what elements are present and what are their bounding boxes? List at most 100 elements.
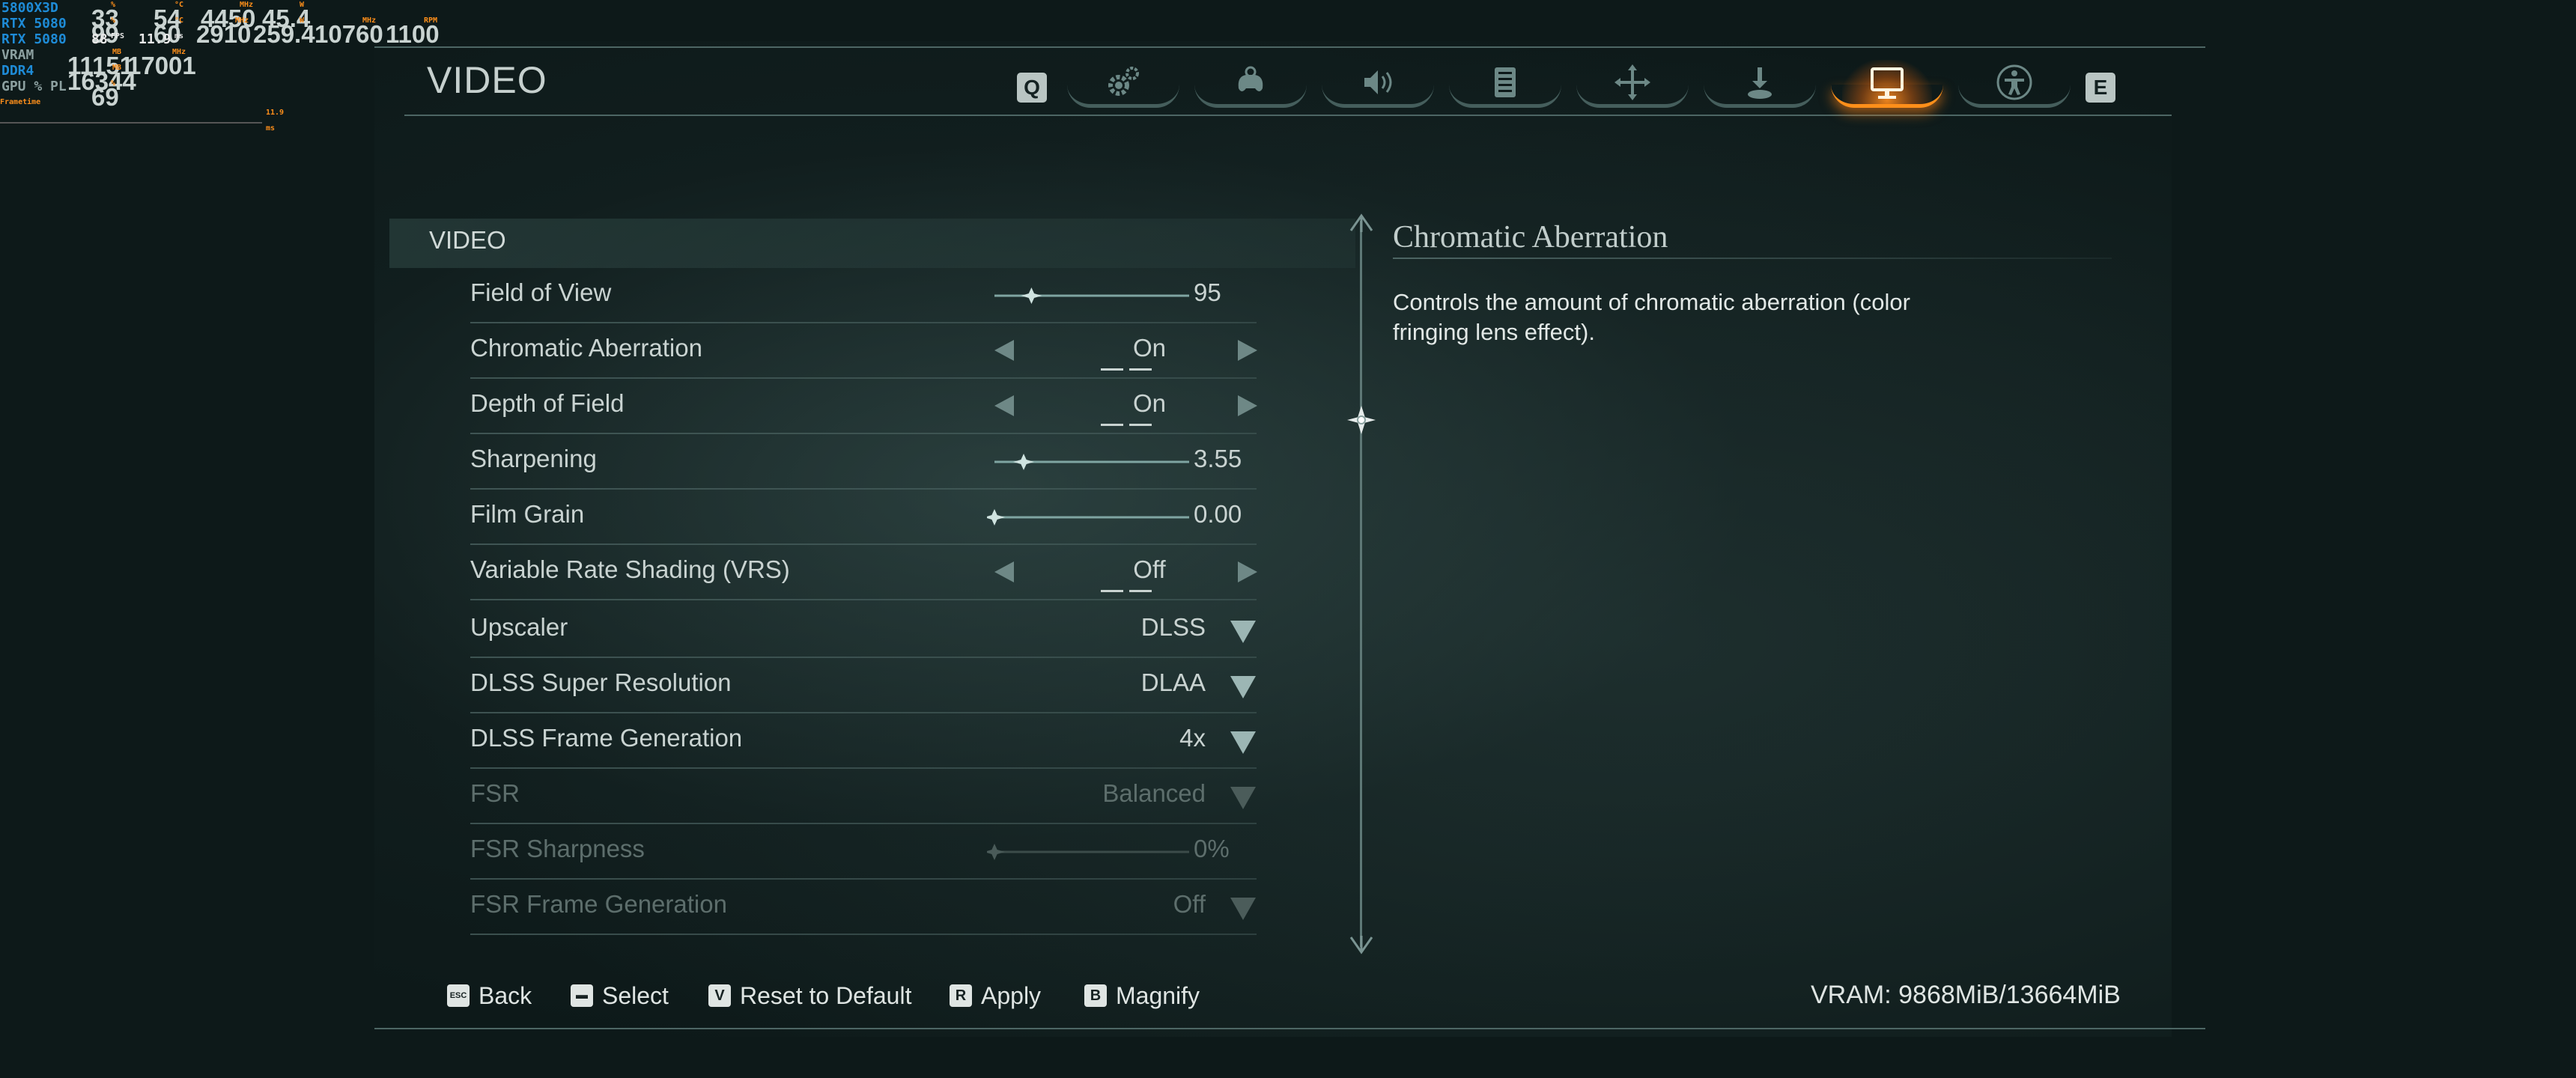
hint-label: Reset to Default [740,981,912,1009]
arrow-right-icon[interactable] [1238,340,1257,361]
option-indicator [1101,424,1123,426]
setting-value: Off [1173,890,1206,918]
section-header-bg [389,219,1355,268]
header-underline [404,115,2172,116]
v-key-icon: V [708,984,731,1007]
scrollbar-track[interactable] [1360,221,1362,947]
tab-camera[interactable] [1576,60,1689,108]
setting-value: On [1132,334,1167,362]
osd-unit: W [300,16,305,25]
osd-unit: MB [112,48,122,56]
osd-gpu-label: RTX 5080 [1,16,67,31]
hint-back[interactable]: ESC Back [447,981,532,1011]
esc-key-icon: ESC [447,984,470,1007]
option-indicator [1101,590,1123,592]
prev-tab-key[interactable]: Q [1017,73,1047,103]
next-tab-key[interactable]: E [2086,73,2115,103]
tab-accessibility[interactable] [1958,60,2071,108]
section-title: VIDEO [429,226,506,254]
scroll-up-icon[interactable] [1348,211,1375,232]
osd-cpu-label: 5800X3D [1,0,58,16]
arrow-left-icon[interactable] [994,561,1014,582]
dropdown-arrow-icon[interactable] [1230,676,1256,698]
scroll-thumb-icon[interactable] [1346,404,1377,436]
arrow-left-icon[interactable] [994,395,1014,416]
osd-unit: W [300,1,305,9]
tab-input[interactable] [1704,60,1816,108]
osd-ram-label: DDR4 [1,63,34,79]
row-divider [470,599,1257,600]
arrow-left-icon[interactable] [994,340,1014,361]
setting-row-field-of-view[interactable]: Field of View 95 [470,268,1257,323]
setting-value: On [1132,389,1167,417]
osd-unit: % [111,1,116,9]
option-indicator [1129,424,1152,426]
dropdown-arrow-icon[interactable] [1230,731,1256,754]
hint-magnify[interactable]: B Magnify [1084,981,1200,1011]
setting-row-dlss-frame-generation[interactable]: DLSS Frame Generation 4x [470,713,1257,769]
fsr-sharpness-slider [987,844,1189,860]
setting-label: Film Grain [470,500,585,528]
slider-thumb-icon[interactable] [1021,287,1042,304]
tab-audio[interactable] [1322,60,1434,108]
setting-row-vrs[interactable]: Variable Rate Shading (VRS) Off [470,545,1257,600]
osd-frametime-graph [0,122,262,124]
option-indicator [1129,368,1152,371]
setting-label: Depth of Field [470,389,625,417]
setting-row-chromatic-aberration[interactable]: Chromatic Aberration On [470,323,1257,379]
setting-value: Balanced [1102,779,1206,807]
dropdown-arrow-icon [1230,898,1256,920]
hint-select[interactable]: ▬ Select [571,981,669,1011]
hint-label: Apply [981,981,1042,1009]
vram-usage: VRAM: 9868MiB/13664MiB [1811,981,2121,1009]
option-indicator [1101,368,1123,371]
slider-thumb-icon[interactable] [987,509,1005,526]
space-key-icon: ▬ [571,984,593,1007]
setting-label: FSR [470,779,520,807]
setting-label: Chromatic Aberration [470,334,702,362]
osd-pl-label: GPU % PL [1,79,67,94]
setting-value: DLSS [1140,613,1206,641]
setting-row-dlss-super-resolution[interactable]: DLSS Super Resolution DLAA [470,658,1257,713]
sharpening-slider[interactable] [987,453,1189,471]
film-grain-slider[interactable] [987,508,1189,526]
description-text: Controls the amount of chromatic aberrat… [1393,289,1910,345]
setting-label: Upscaler [470,613,568,641]
hint-label: Select [602,981,669,1009]
osd-unit: % [111,16,116,25]
arrow-right-icon[interactable] [1238,561,1257,582]
hint-apply[interactable]: R Apply [950,981,1041,1011]
setting-value: 0.00 [1194,500,1242,528]
osd-unit: MHz [240,1,254,9]
arrow-right-icon[interactable] [1238,395,1257,416]
slider-thumb-icon[interactable] [987,844,1005,860]
setting-value: Off [1133,555,1166,583]
settings-tab-bar [1067,60,2071,112]
setting-value: 3.55 [1194,445,1242,472]
dropdown-arrow-icon[interactable] [1230,621,1256,643]
option-indicator [1129,590,1152,592]
osd-frametime-label: Frametime [0,98,41,106]
setting-row-fsr-frame-generation: FSR Frame Generation Off [470,880,1257,935]
tab-interface[interactable] [1449,60,1561,108]
tab-video[interactable] [1831,60,1943,108]
setting-row-fsr: FSR Balanced [470,769,1257,824]
r-key-icon: R [950,984,972,1007]
osd-unit: MB [112,64,122,72]
osd-frametime-value: 11.9 ms [266,109,285,133]
tab-general[interactable] [1067,60,1179,108]
setting-row-film-grain[interactable]: Film Grain 0.00 [470,490,1257,545]
setting-row-depth-of-field[interactable]: Depth of Field On [470,379,1257,434]
hint-reset-default[interactable]: V Reset to Default [708,981,911,1011]
scroll-down-icon[interactable] [1348,936,1375,958]
fov-slider[interactable] [987,287,1189,305]
tab-controller[interactable] [1194,60,1307,108]
setting-row-upscaler[interactable]: Upscaler DLSS [470,603,1257,658]
slider-thumb-icon[interactable] [1013,454,1034,470]
osd-unit: % [111,79,116,88]
osd-fps-label: RTX 5080 [1,31,67,47]
osd-unit: MHz [235,16,249,25]
osd-power-limit: 69 [91,83,119,111]
setting-row-sharpening[interactable]: Sharpening 3.55 [470,434,1257,490]
setting-label: Variable Rate Shading (VRS) [470,555,790,583]
